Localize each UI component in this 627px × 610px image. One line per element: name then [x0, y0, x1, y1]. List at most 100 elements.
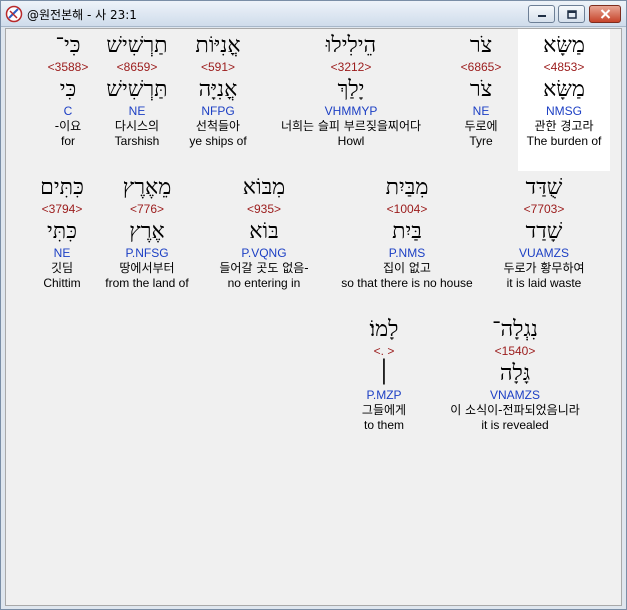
- strong-number[interactable]: <591>: [182, 60, 254, 74]
- word-mibbayit[interactable]: מִבַּיִת <1004> בַּיִת P.NMS 집이 없고 so th…: [332, 174, 482, 290]
- word-meerets[interactable]: מֵאֶרֶץ <776> אֶרֶץ P.NFSG 땅에서부터 from th…: [98, 174, 196, 290]
- english-gloss: so that there is no house: [341, 276, 473, 290]
- english-gloss: it is revealed: [481, 418, 549, 432]
- word-tarshish[interactable]: תַרְשִׁישׁ <8659> תַּרְשִׁישׁ NE 다시스의 Ta…: [100, 32, 174, 148]
- korean-gloss: 두로에: [464, 119, 498, 133]
- english-gloss: for: [60, 134, 75, 148]
- strong-number[interactable]: <. >: [346, 344, 422, 358]
- english-gloss: Tarshish: [114, 134, 160, 148]
- word-tsor[interactable]: צֹר <6865> צֹר NE 두로에 Tyre: [446, 32, 516, 148]
- english-gloss: The burden of: [526, 134, 602, 148]
- hebrew-word: שֻׁדַּד: [525, 175, 563, 200]
- maximize-icon: [566, 9, 577, 19]
- morph-code: C: [63, 104, 73, 118]
- hebrew-word: מִבּוֹא: [242, 175, 286, 200]
- morph-code: NE: [472, 104, 490, 118]
- hebrew-word: כִּי־: [55, 33, 81, 58]
- english-gloss: from the land of: [105, 276, 189, 290]
- word-heililu[interactable]: הֵילִילוּ <3212> יָלַךְ VHMMYP 너희는 슬피 부르…: [258, 32, 444, 148]
- korean-gloss: 집이 없고: [383, 261, 431, 275]
- lemma: מַשָּׂא: [543, 77, 585, 102]
- korean-gloss: 깃딤: [50, 261, 74, 275]
- hebrew-word: מִבַּיִת: [385, 175, 429, 200]
- hebrew-word: נִגְלָה־: [492, 317, 538, 342]
- lemma: גָּלָה: [499, 361, 531, 386]
- hebrew-word: תַרְשִׁישׁ: [106, 33, 168, 58]
- hebrew-word: כִּתִּים: [40, 175, 84, 200]
- morph-code: P.MZP: [366, 388, 402, 402]
- word-ki[interactable]: כִּי־ <3588> כִּי C -이요 for: [38, 32, 98, 148]
- strong-number[interactable]: <6865>: [446, 60, 516, 74]
- strong-number[interactable]: <1004>: [332, 202, 482, 216]
- word-kittim[interactable]: כִּתִּים <3794> כִּתִּי NE 깃딤 Chittim: [32, 174, 92, 290]
- minimize-button[interactable]: [528, 5, 555, 23]
- app-window: @원전본해 - 사 23:1 מַשָּׂא <4853> מַשָּׂא NM…: [0, 0, 627, 610]
- morph-code: P.NFSG: [125, 246, 169, 260]
- lemma: אֳנִיָּה: [198, 77, 238, 102]
- strong-number[interactable]: <776>: [98, 202, 196, 216]
- morph-code: NE: [128, 104, 146, 118]
- word-shuddad[interactable]: שֻׁדַּד <7703> שָׁדַד VUAMZS 두로가 황무하여 it…: [484, 174, 604, 290]
- korean-gloss: -이요: [54, 119, 82, 133]
- strong-number[interactable]: <3212>: [258, 60, 444, 74]
- word-niglah[interactable]: נִגְלָה־ <1540> גָּלָה VNAMZS 이 소식이-전파되었…: [426, 316, 604, 432]
- app-logo-icon: [5, 5, 23, 23]
- english-gloss: Chittim: [43, 276, 81, 290]
- morph-code: NMSG: [546, 104, 582, 118]
- lemma: יָלַךְ: [337, 77, 365, 102]
- title-bar[interactable]: @원전본해 - 사 23:1: [1, 1, 626, 27]
- word-oniyot[interactable]: אֳנִיּוֹת <591> אֳנִיָּה NFPG 선척들아 ye sh…: [182, 32, 254, 148]
- strong-number[interactable]: <3794>: [32, 202, 92, 216]
- english-gloss: ye ships of: [189, 134, 247, 148]
- close-icon: [600, 9, 610, 19]
- korean-gloss: 들어갈 곳도 없음-: [219, 261, 309, 275]
- hebrew-word: אֳנִיּוֹת: [195, 33, 241, 58]
- word-lamo[interactable]: לָמוֹ׃ <. > ׀ P.MZP 그들에게 to them: [346, 316, 422, 432]
- interlinear-view[interactable]: מַשָּׂא <4853> מַשָּׂא NMSG 관한 경고라 The b…: [5, 28, 622, 606]
- lemma: ׀: [377, 361, 391, 386]
- english-gloss: to them: [363, 418, 405, 432]
- strong-number[interactable]: <8659>: [100, 60, 174, 74]
- hebrew-word: צֹר: [469, 33, 493, 58]
- morph-code: P.VQNG: [241, 246, 287, 260]
- word-mibbo[interactable]: מִבּוֹא <935> בּוֹא P.VQNG 들어갈 곳도 없음- no…: [202, 174, 326, 290]
- korean-gloss: 두로가 황무하여: [503, 261, 585, 275]
- maximize-button[interactable]: [558, 5, 585, 23]
- korean-gloss: 관한 경고라: [534, 119, 594, 133]
- strong-number[interactable]: <4853>: [518, 60, 610, 74]
- strong-number[interactable]: <935>: [202, 202, 326, 216]
- lemma: כִּי: [59, 77, 77, 102]
- morph-code: VUAMZS: [518, 246, 569, 260]
- morph-code: VNAMZS: [489, 388, 540, 402]
- hebrew-word: מֵאֶרֶץ: [122, 175, 172, 200]
- lemma: שָׁדַד: [525, 219, 563, 244]
- window-title: @원전본해 - 사 23:1: [27, 8, 137, 22]
- lemma: תַּרְשִׁישׁ: [106, 77, 168, 102]
- lemma: צֹר: [469, 77, 493, 102]
- hebrew-word: לָמוֹ׃: [369, 317, 399, 342]
- word-mashsha[interactable]: מַשָּׂא <4853> מַשָּׂא NMSG 관한 경고라 The b…: [518, 29, 610, 171]
- hebrew-word: מַשָּׂא: [543, 33, 585, 58]
- lemma: אֶרֶץ: [129, 219, 165, 244]
- morph-code: VHMMYP: [324, 104, 378, 118]
- hebrew-word: הֵילִילוּ: [325, 33, 377, 58]
- korean-gloss: 선척들아: [195, 119, 241, 133]
- english-gloss: Tyre: [469, 134, 493, 148]
- english-gloss: no entering in: [227, 276, 301, 290]
- korean-gloss: 너희는 슬피 부르짖을찌어다: [280, 119, 422, 133]
- english-gloss: Howl: [337, 134, 365, 148]
- strong-number[interactable]: <7703>: [484, 202, 604, 216]
- strong-number[interactable]: <1540>: [426, 344, 604, 358]
- korean-gloss: 다시스의: [114, 119, 160, 133]
- morph-code: NE: [53, 246, 71, 260]
- lemma: בַּיִת: [392, 219, 422, 244]
- strong-number[interactable]: <3588>: [38, 60, 98, 74]
- korean-gloss: 그들에게: [361, 403, 407, 417]
- minimize-icon: [537, 15, 546, 17]
- morph-code: P.NMS: [388, 246, 426, 260]
- lemma: בּוֹא: [249, 219, 279, 244]
- morph-code: NFPG: [201, 104, 235, 118]
- close-button[interactable]: [589, 5, 621, 23]
- english-gloss: it is laid waste: [506, 276, 582, 290]
- lemma: כִּתִּי: [47, 219, 77, 244]
